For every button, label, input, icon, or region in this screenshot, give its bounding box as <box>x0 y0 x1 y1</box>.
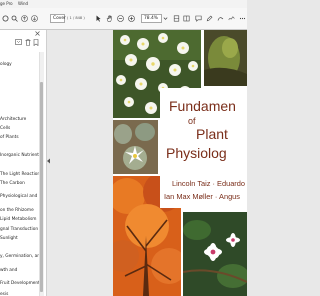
hand-tool-icon[interactable] <box>106 15 113 22</box>
bookmark-item[interactable]: Physiological and <box>0 193 40 201</box>
bookmark-item[interactable]: Architecture <box>0 116 40 124</box>
cover-title-line-2: of <box>188 116 196 126</box>
document-background <box>47 30 113 296</box>
bookmark-item[interactable]: Sunlight <box>0 235 40 243</box>
draw-icon[interactable] <box>217 15 224 22</box>
bookmark-item[interactable]: ology <box>0 61 40 69</box>
toolbar: Cover ( 1 / 848 ) 78.4% <box>0 8 247 30</box>
collapse-panel-icon[interactable] <box>46 158 51 164</box>
bookmark-item[interactable]: wth and <box>0 267 40 275</box>
title-bar: ge Pro Wind <box>0 0 247 8</box>
arrow-up-icon[interactable] <box>21 15 28 22</box>
cover-photo-blossom <box>183 212 247 296</box>
bookmark-item[interactable]: Fruit Development <box>0 280 40 288</box>
bookmarks-panel-header <box>0 30 47 52</box>
bookmark-item[interactable]: Inorganic Nutrients <box>0 152 40 160</box>
sign-icon[interactable] <box>228 15 235 22</box>
zoom-select[interactable]: 78.4% <box>141 14 162 23</box>
fit-page-icon[interactable] <box>173 15 180 22</box>
cover-title-line-4: Physiolog <box>166 145 227 161</box>
bookmark-item[interactable]: The Light Reactions <box>0 171 40 179</box>
page-number-field[interactable]: Cover <box>50 14 66 23</box>
page-count: ( 1 / 848 ) <box>67 16 85 20</box>
share-icon[interactable] <box>2 15 9 22</box>
bookmark-item[interactable]: y, Germination, and <box>0 253 40 261</box>
zoom-in-icon[interactable] <box>128 15 135 22</box>
pdf-page-cover: Fundamen of Plant Physiolog Lincoln Taiz… <box>113 30 247 296</box>
search-icon[interactable] <box>11 15 18 22</box>
zoom-out-icon[interactable] <box>117 15 124 22</box>
cover-photo-plant-detail <box>204 30 247 86</box>
comment-icon[interactable] <box>195 15 202 22</box>
close-icon[interactable] <box>35 31 40 36</box>
chevron-down-icon[interactable] <box>163 16 168 21</box>
cover-title-box: Fundamen of Plant Physiolog Lincoln Taiz… <box>160 88 247 208</box>
bookmark-item[interactable]: on the Rhizome <box>0 207 40 215</box>
cover-photo-succulents <box>113 120 158 174</box>
window-title: ge Pro <box>0 1 13 6</box>
bookmarks-scroll-thumb[interactable] <box>40 82 43 292</box>
bookmark-options-icon[interactable] <box>15 39 22 45</box>
cover-authors-line-2: Ian Max Møller · Angus <box>164 192 240 201</box>
cover-authors-line-1: Lincoln Taiz · Eduardo <box>172 179 245 188</box>
bookmark-item[interactable]: gnal Transduction <box>0 226 40 234</box>
cover-title-line-1: Fundamen <box>169 98 236 114</box>
new-bookmark-icon[interactable] <box>33 39 39 46</box>
select-cursor-icon[interactable] <box>95 15 102 22</box>
bookmark-item[interactable]: The Carbon <box>0 180 40 188</box>
highlight-pen-icon[interactable] <box>206 15 213 22</box>
menu-window[interactable]: Wind <box>18 1 28 6</box>
bookmarks-panel: ology Architecture Cells of Plants Inorg… <box>0 30 47 296</box>
arrow-down-icon[interactable] <box>31 15 38 22</box>
delete-bookmark-icon[interactable] <box>25 39 31 46</box>
bookmark-item[interactable]: Lipid Metabolism <box>0 216 40 224</box>
bookmark-item[interactable]: of Plants <box>0 134 40 142</box>
cover-title-line-3: Plant <box>196 126 228 142</box>
more-tools-icon[interactable] <box>239 15 246 22</box>
bookmark-item[interactable]: Cells <box>0 125 40 133</box>
scroll-mode-icon[interactable] <box>183 15 190 22</box>
bookmark-item[interactable]: esis <box>0 291 40 296</box>
